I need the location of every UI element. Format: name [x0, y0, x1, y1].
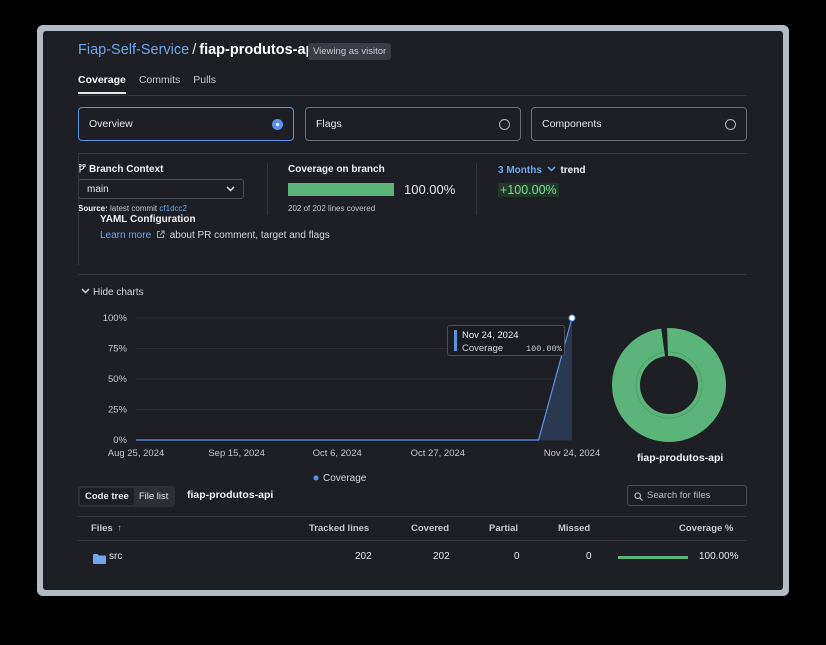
source-text: latest commit — [110, 204, 158, 213]
yaml-text: about PR comment, target and flags — [169, 230, 330, 241]
column-divider-2 — [476, 163, 477, 215]
commit-link[interactable]: cf1dcc2 — [159, 204, 187, 213]
org-link[interactable]: Fiap-Self-Service — [78, 42, 189, 58]
hide-charts-toggle[interactable]: Hide charts — [81, 287, 144, 298]
overview-card[interactable]: Overview — [78, 107, 294, 141]
branch-context-label: Branch Context — [89, 164, 164, 175]
coverage-point[interactable] — [568, 314, 576, 322]
sort-asc-icon: ↑ — [117, 523, 123, 534]
file-row-coverage-bar — [618, 556, 688, 559]
file-row-missed: 0 — [586, 551, 592, 562]
repo-name: fiap-produtos-api — [199, 42, 319, 58]
breadcrumb: Fiap-Self-Service / fiap-produtos-api — [78, 42, 318, 58]
app-window: Fiap-Self-Service / fiap-produtos-api View… — [43, 31, 783, 590]
x-tick-label: Aug 25, 2024 — [108, 448, 165, 459]
col-coverage-percent[interactable]: Coverage % — [679, 523, 733, 534]
folder-icon — [93, 551, 106, 569]
coverage-progress-bar — [288, 183, 394, 196]
y-tick-label: 0% — [113, 435, 127, 446]
branch-select[interactable]: main — [78, 179, 244, 199]
chevron-down-icon — [547, 166, 556, 172]
tab-pulls[interactable]: Pulls — [193, 74, 216, 94]
col-files[interactable]: Files ↑ — [91, 523, 122, 534]
charts-divider — [78, 274, 747, 275]
tooltip-series-marker — [454, 330, 457, 351]
search-icon — [634, 492, 643, 501]
coverage-title: Coverage on branch — [288, 164, 385, 175]
source-label: Source: — [78, 204, 108, 213]
flags-card[interactable]: Flags — [305, 107, 521, 141]
breadcrumb-separator: / — [192, 42, 197, 58]
tab-coverage[interactable]: Coverage — [78, 74, 126, 94]
chevron-down-icon — [226, 186, 235, 192]
x-tick-label: Oct 27, 2024 — [411, 448, 465, 459]
tab-commits[interactable]: Commits — [139, 74, 180, 94]
file-row-name[interactable]: src — [109, 551, 122, 562]
file-row-covered: 202 — [433, 551, 450, 562]
trend-value: +100.00% — [498, 183, 559, 197]
hide-charts-label: Hide charts — [93, 287, 144, 298]
file-row-coverage: 100.00% — [699, 551, 739, 562]
table-top-divider — [78, 516, 747, 517]
components-radio-icon[interactable] — [725, 118, 736, 130]
sunburst-chart — [612, 326, 726, 442]
section-divider — [78, 153, 747, 154]
tree-repo-label: fiap-produtos-api — [187, 489, 274, 501]
col-tracked-lines[interactable]: Tracked lines — [309, 523, 369, 534]
file-row-tracked: 202 — [355, 551, 372, 562]
y-tick-label: 100% — [103, 313, 128, 324]
y-tick-label: 25% — [108, 405, 128, 416]
tab-bar: Coverage Commits Pulls — [78, 74, 229, 94]
flags-radio-icon[interactable] — [499, 118, 510, 130]
col-files-label: Files — [91, 523, 113, 534]
legend-swatch — [313, 475, 319, 481]
trend-range-select[interactable]: 3 Months trend — [498, 165, 585, 176]
search-placeholder: Search for files — [647, 490, 711, 501]
col-partial[interactable]: Partial — [489, 523, 518, 534]
branch-icon — [78, 163, 86, 173]
tooltip-value: 100.00% — [526, 344, 562, 354]
y-tick-label: 50% — [108, 374, 128, 385]
branch-select-value: main — [87, 183, 109, 195]
x-tick-label: Sep 15, 2024 — [208, 448, 265, 459]
file-row-partial: 0 — [514, 551, 520, 562]
view-toggle: Code tree File list — [78, 486, 176, 507]
trend-range-value: 3 Months — [498, 165, 542, 176]
tooltip-label: Coverage — [462, 343, 504, 354]
file-row-coverage-track — [618, 556, 688, 559]
chevron-down-icon — [81, 288, 90, 294]
yaml-description: Learn more about PR comment, target and … — [100, 230, 330, 241]
tooltip-date: Nov 24, 2024 — [462, 330, 519, 341]
col-covered[interactable]: Covered — [411, 523, 449, 534]
chart-tooltip: Nov 24, 2024 Coverage 100.00% — [447, 325, 565, 356]
code-tree-button[interactable]: Code tree — [80, 488, 134, 505]
column-divider-1 — [267, 163, 268, 215]
x-tick-label: Oct 6, 2024 — [313, 448, 362, 459]
trend-label: trend — [560, 165, 586, 176]
overview-label: Overview — [89, 118, 133, 130]
sunburst-label: fiap-produtos-api — [637, 452, 724, 464]
coverage-percent: 100.00% — [404, 182, 456, 197]
branch-source: Source: latest commit cf1dcc2 — [78, 204, 187, 213]
tabs-divider — [78, 95, 747, 96]
flags-label: Flags — [316, 118, 342, 130]
components-card[interactable]: Components — [531, 107, 747, 141]
chart-legend-label: Coverage — [323, 473, 367, 484]
file-list-button[interactable]: File list — [134, 488, 174, 505]
lines-covered-note: 202 of 202 lines covered — [288, 204, 376, 213]
x-tick-label: Nov 24, 2024 — [544, 448, 601, 459]
learn-more-link[interactable]: Learn more — [100, 230, 151, 241]
y-tick-label: 75% — [108, 344, 128, 355]
col-missed[interactable]: Missed — [558, 523, 590, 534]
file-search-input[interactable]: Search for files — [627, 485, 747, 506]
left-border — [78, 153, 79, 265]
overview-radio-icon[interactable] — [272, 118, 283, 130]
yaml-title: YAML Configuration — [100, 214, 196, 225]
table-header-divider — [78, 540, 747, 541]
visitor-badge: Viewing as visitor — [308, 43, 392, 60]
components-label: Components — [542, 118, 602, 130]
external-link-icon — [156, 230, 165, 238]
branch-context-title: Branch Context — [78, 163, 164, 175]
